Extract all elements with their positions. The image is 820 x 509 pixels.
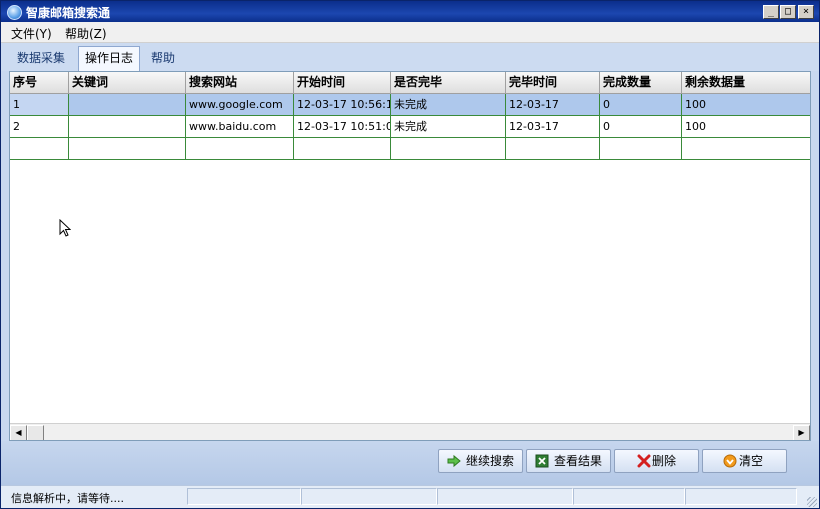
title-bar[interactable]: 智康邮箱搜索通 _ □ × [1, 1, 819, 22]
cell-remaining [682, 138, 810, 159]
continue-search-button[interactable]: 继续搜索 [438, 449, 523, 473]
cell-remaining: 100 [685, 98, 706, 111]
col-header-keyword[interactable]: 关键词 [69, 72, 186, 93]
cell-keyword [69, 94, 186, 115]
col-header-finish-time[interactable]: 完毕时间 [506, 72, 600, 93]
scroll-right-button[interactable]: ▶ [793, 425, 810, 440]
cell-site [186, 138, 294, 159]
menu-help[interactable]: 帮助(Z) [65, 25, 107, 42]
orange-circle-down-icon [723, 454, 737, 468]
cell-start-time: 12-03-17 10:56:16 [294, 94, 391, 115]
cell-site: www.google.com [186, 94, 294, 115]
col-header-remaining[interactable]: 剩余数据量 [682, 72, 810, 93]
status-pane [573, 488, 685, 505]
cell-start-time: 12-03-17 10:51:05 [294, 116, 391, 137]
col-header-start-time[interactable]: 开始时间 [294, 72, 391, 93]
table-row-empty[interactable] [10, 138, 810, 160]
cell-done-count [600, 138, 682, 159]
continue-search-label: 继续搜索 [466, 454, 515, 468]
cell-keyword [69, 138, 186, 159]
status-pane [187, 488, 301, 505]
maximize-button[interactable]: □ [780, 5, 796, 19]
cell-start-time [294, 138, 391, 159]
window-title: 智康邮箱搜索通 [26, 6, 111, 20]
table-row[interactable]: 2 www.baidu.com 12-03-17 10:51:05 未完成 12… [10, 116, 810, 138]
cell-finished: 未完成 [391, 94, 506, 115]
tab-data-collection[interactable]: 数据采集 [11, 47, 71, 69]
tab-strip: 数据采集 操作日志 帮助 [1, 43, 819, 71]
status-text: 信息解析中，请等待.... [11, 492, 124, 505]
col-header-done-count[interactable]: 完成数量 [600, 72, 682, 93]
app-logo-icon [7, 5, 22, 20]
clear-button[interactable]: 清空 [702, 449, 787, 473]
col-header-index[interactable]: 序号 [10, 72, 69, 93]
table-header: 序号 关键词 搜索网站 开始时间 是否完毕 完毕时间 完成数量 剩余数据量 [10, 72, 810, 94]
tab-help[interactable]: 帮助 [145, 47, 181, 69]
horizontal-scrollbar[interactable]: ◀ ▶ [10, 423, 810, 440]
cell-finished [391, 138, 506, 159]
tab-operation-log[interactable]: 操作日志 [78, 46, 141, 71]
action-bar: 继续搜索 查看结果 删除 清空 [1, 441, 819, 485]
clear-label: 清空 [739, 454, 764, 468]
cell-done-count: 0 [600, 94, 682, 115]
log-table[interactable]: 序号 关键词 搜索网站 开始时间 是否完毕 完毕时间 完成数量 剩余数据量 1 … [9, 71, 811, 441]
menu-file[interactable]: 文件(Y) [11, 25, 52, 42]
excel-icon [535, 454, 549, 468]
arrow-right-icon [447, 454, 461, 468]
app-window: 智康邮箱搜索通 _ □ × 文件(Y) 帮助(Z) 数据采集 操作日志 帮助 序… [0, 0, 820, 509]
col-header-site[interactable]: 搜索网站 [186, 72, 294, 93]
menu-bar: 文件(Y) 帮助(Z) [1, 22, 819, 43]
cell-index: 2 [10, 116, 69, 137]
cell-finish-time [506, 138, 600, 159]
cell-finish-time: 12-03-17 [506, 94, 600, 115]
status-pane [437, 488, 573, 505]
cell-finish-time: 12-03-17 [506, 116, 600, 137]
scroll-thumb[interactable] [27, 425, 44, 440]
mouse-cursor-icon [59, 219, 71, 237]
minimize-button[interactable]: _ [763, 5, 779, 19]
cell-index: 1 [10, 94, 69, 115]
cell-index [10, 138, 69, 159]
cell-remaining: 100 [685, 120, 706, 133]
delete-label: 删除 [652, 454, 677, 468]
scroll-left-button[interactable]: ◀ [10, 425, 27, 440]
cell-done-count: 0 [600, 116, 682, 137]
delete-button[interactable]: 删除 [614, 449, 699, 473]
cell-keyword [69, 116, 186, 137]
status-pane [301, 488, 437, 505]
cell-site: www.baidu.com [186, 116, 294, 137]
col-header-finished[interactable]: 是否完毕 [391, 72, 506, 93]
status-bar: 信息解析中，请等待.... [1, 485, 819, 508]
view-results-label: 查看结果 [554, 454, 603, 468]
table-row[interactable]: 1 www.google.com 12-03-17 10:56:16 未完成 1… [10, 94, 810, 116]
status-pane [685, 488, 797, 505]
close-button[interactable]: × [798, 5, 814, 19]
red-x-icon [637, 454, 651, 468]
view-results-button[interactable]: 查看结果 [526, 449, 611, 473]
cell-finished: 未完成 [391, 116, 506, 137]
resize-grip[interactable] [807, 497, 817, 507]
